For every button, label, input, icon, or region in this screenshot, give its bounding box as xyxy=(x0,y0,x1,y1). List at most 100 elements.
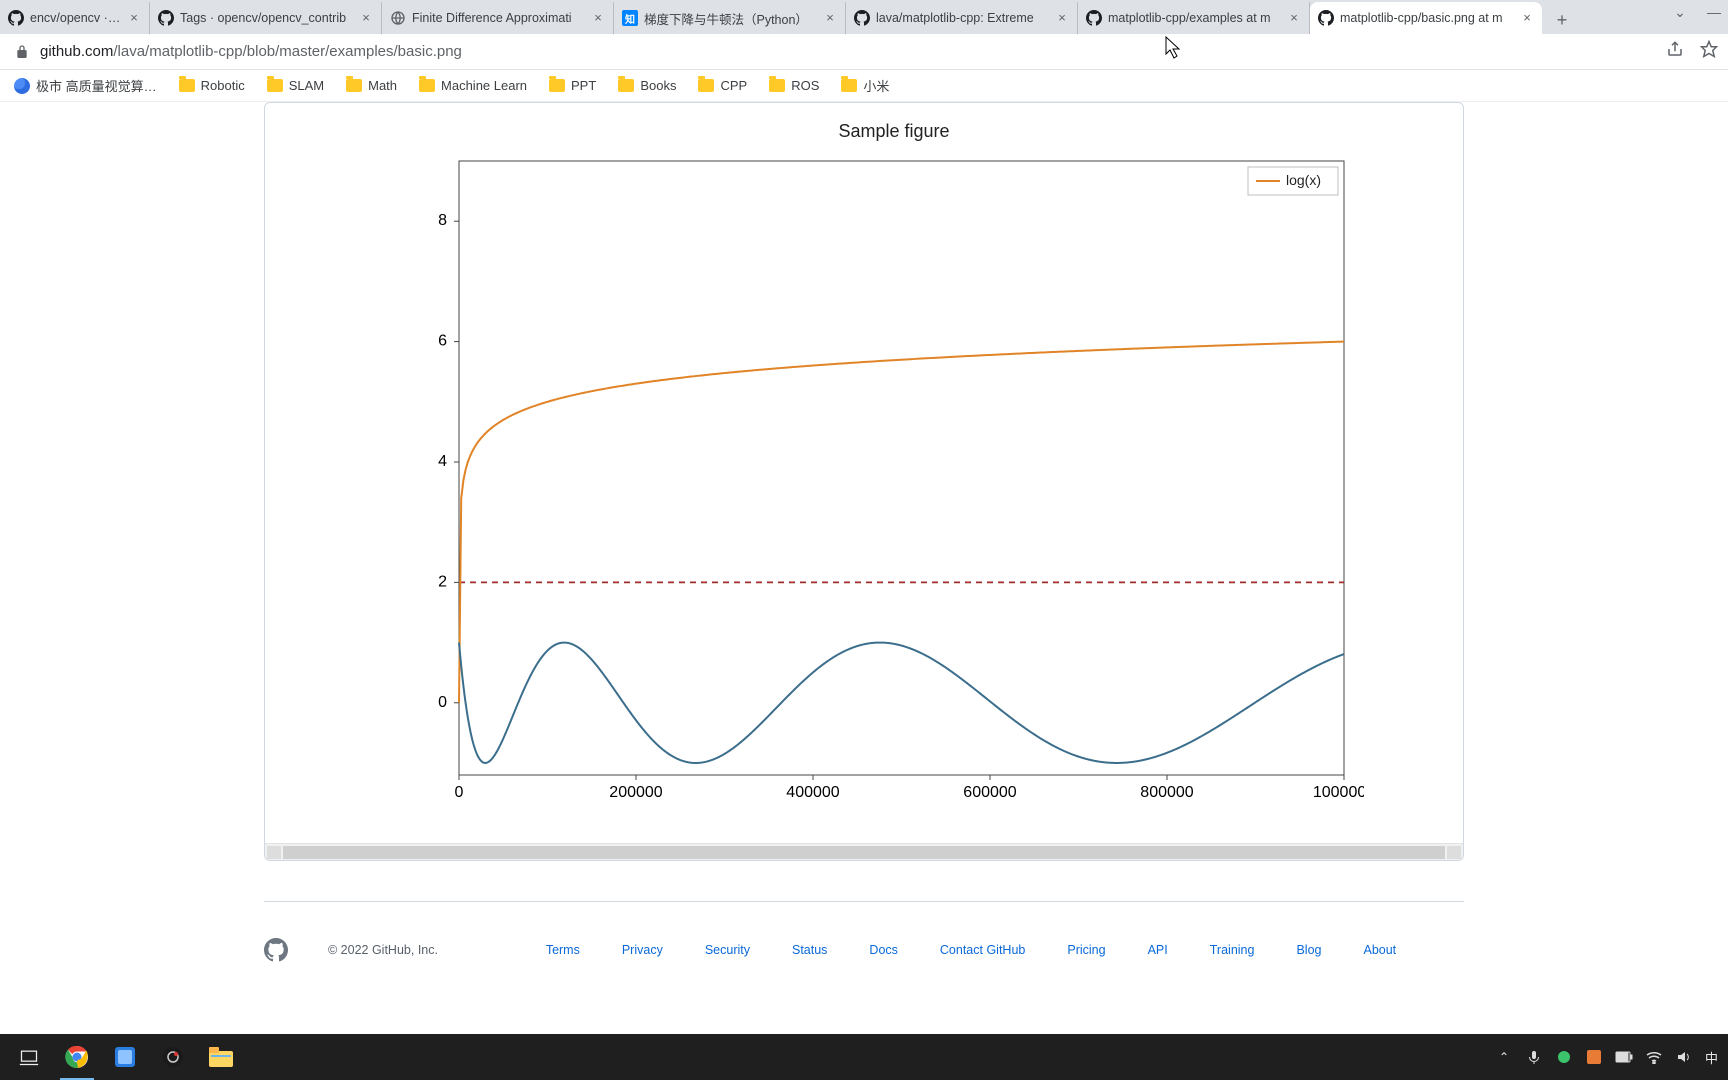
x-tick-label: 800000 xyxy=(1140,784,1193,801)
github-favicon-icon xyxy=(1318,10,1334,26)
footer-link[interactable]: Docs xyxy=(869,943,897,957)
footer-link[interactable]: Terms xyxy=(546,943,580,957)
url-path: /lava/matplotlib-cpp/blob/master/example… xyxy=(113,43,462,60)
tab-title: matplotlib-cpp/examples at m xyxy=(1108,11,1281,25)
close-icon[interactable]: × xyxy=(127,11,141,25)
footer-link[interactable]: Security xyxy=(705,943,750,957)
folder-icon xyxy=(549,79,565,92)
tray-chevron-icon[interactable]: ⌃ xyxy=(1495,1048,1513,1066)
footer-link[interactable]: Contact GitHub xyxy=(940,943,1025,957)
browser-tab[interactable]: matplotlib-cpp/basic.png at m × xyxy=(1310,2,1542,34)
tray-battery-icon[interactable] xyxy=(1615,1048,1633,1066)
bookmark-label: PPT xyxy=(571,78,596,93)
task-view-button[interactable] xyxy=(6,1034,52,1080)
folder-icon xyxy=(179,79,195,92)
zhihu-favicon-icon: 知 xyxy=(622,10,638,26)
sample-figure-chart: Sample figure020000040000060000080000010… xyxy=(364,113,1364,833)
taskbar-app-obs[interactable] xyxy=(150,1034,196,1080)
footer-link[interactable]: Privacy xyxy=(622,943,663,957)
globe-favicon-icon xyxy=(390,10,406,26)
bookmark-label: Books xyxy=(640,78,676,93)
series-logx xyxy=(459,342,1344,703)
github-favicon-icon xyxy=(1086,10,1102,26)
github-favicon-icon xyxy=(854,10,870,26)
taskbar-app-chrome[interactable] xyxy=(54,1034,100,1080)
bookmark-item[interactable]: Robotic xyxy=(179,78,245,93)
y-tick-label: 6 xyxy=(438,333,447,350)
browser-tabstrip: encv/opencv · GitHub×Tags · opencv/openc… xyxy=(0,0,1728,34)
tray-wifi-icon[interactable] xyxy=(1645,1048,1663,1066)
tab-title: Tags · opencv/opencv_contrib xyxy=(180,11,353,25)
share-icon[interactable] xyxy=(1666,40,1684,63)
footer-link[interactable]: Pricing xyxy=(1067,943,1105,957)
close-icon[interactable]: × xyxy=(359,11,373,25)
chevron-down-icon[interactable]: ⌄ xyxy=(1672,4,1688,21)
file-viewer: Sample figure020000040000060000080000010… xyxy=(264,102,1464,861)
taskbar-app-generic-1[interactable] xyxy=(102,1034,148,1080)
series-sin xyxy=(459,643,1344,763)
tray-volume-icon[interactable] xyxy=(1675,1048,1693,1066)
folder-icon xyxy=(618,79,634,92)
bookmarks-bar: 极市 高质量视觉算… Robotic SLAM Math Machine Learn PP… xyxy=(0,70,1728,102)
taskbar-systray: ⌃ 中 xyxy=(1495,1048,1722,1067)
tray-ime-indicator[interactable]: 中 xyxy=(1705,1048,1718,1067)
x-tick-label: 600000 xyxy=(963,784,1016,801)
bookmark-item[interactable]: CPP xyxy=(698,78,747,93)
close-icon[interactable]: × xyxy=(1055,11,1069,25)
bookmark-label: SLAM xyxy=(289,78,324,93)
bookmark-item[interactable]: ROS xyxy=(769,78,819,93)
github-footer: © 2022 GitHub, Inc. Terms Privacy Security… xyxy=(264,902,1464,1002)
bookmark-item[interactable]: 极市 高质量视觉算… xyxy=(14,76,157,95)
plot-frame xyxy=(459,161,1344,775)
footer-link[interactable]: Blog xyxy=(1296,943,1321,957)
browser-tab[interactable]: encv/opencv · GitHub × xyxy=(0,2,150,34)
folder-icon xyxy=(769,79,785,92)
github-favicon-icon xyxy=(158,10,174,26)
horizontal-scrollbar[interactable] xyxy=(265,843,1463,860)
bookmark-star-icon[interactable] xyxy=(1700,40,1718,63)
bookmark-item[interactable]: Books xyxy=(618,78,676,93)
url-host: github.com xyxy=(40,43,113,60)
x-tick-label: 200000 xyxy=(609,784,662,801)
windows-taskbar: ⌃ 中 xyxy=(0,1034,1728,1080)
bookmark-item[interactable]: Math xyxy=(346,78,397,93)
bookmark-item[interactable]: 小米 xyxy=(841,76,889,95)
x-tick-label: 400000 xyxy=(786,784,839,801)
browser-tab[interactable]: matplotlib-cpp/examples at m × xyxy=(1078,2,1310,34)
lock-icon xyxy=(14,44,30,60)
address-bar: github.com/lava/matplotlib-cpp/blob/mast… xyxy=(0,34,1728,70)
tray-orange-icon[interactable] xyxy=(1585,1048,1603,1066)
bookmark-item[interactable]: Machine Learn xyxy=(419,78,527,93)
url-field[interactable]: github.com/lava/matplotlib-cpp/blob/mast… xyxy=(40,43,1666,60)
tab-title: matplotlib-cpp/basic.png at m xyxy=(1340,11,1514,25)
taskbar-app-explorer[interactable] xyxy=(198,1034,244,1080)
close-icon[interactable]: × xyxy=(1287,11,1301,25)
copyright-text: © 2022 GitHub, Inc. xyxy=(328,943,438,957)
browser-tab[interactable]: Finite Difference Approximati× xyxy=(382,2,614,34)
chart-title: Sample figure xyxy=(838,121,949,141)
close-icon[interactable]: × xyxy=(1520,11,1534,25)
tab-title: lava/matplotlib-cpp: Extreme xyxy=(876,11,1049,25)
close-icon[interactable]: × xyxy=(591,11,605,25)
browser-tab[interactable]: lava/matplotlib-cpp: Extreme × xyxy=(846,2,1078,34)
minimize-icon[interactable]: ― xyxy=(1706,4,1722,21)
folder-icon xyxy=(419,79,435,92)
tray-mic-icon[interactable] xyxy=(1525,1048,1543,1066)
tray-green-icon[interactable] xyxy=(1555,1048,1573,1066)
footer-link[interactable]: API xyxy=(1148,943,1168,957)
bookmark-item[interactable]: SLAM xyxy=(267,78,324,93)
footer-link[interactable]: Training xyxy=(1210,943,1255,957)
browser-tab[interactable]: 知梯度下降与牛顿法（Python）× xyxy=(614,2,846,34)
bookmark-item[interactable]: PPT xyxy=(549,78,596,93)
tab-title: encv/opencv · GitHub xyxy=(30,11,121,25)
browser-tab[interactable]: Tags · opencv/opencv_contrib × xyxy=(150,2,382,34)
chart-image: Sample figure020000040000060000080000010… xyxy=(275,113,1453,833)
footer-link[interactable]: Status xyxy=(792,943,827,957)
window-controls: ⌄ ― xyxy=(1672,4,1722,21)
page-content: Sample figure020000040000060000080000010… xyxy=(0,102,1728,1002)
footer-link[interactable]: About xyxy=(1363,943,1396,957)
y-tick-label: 4 xyxy=(438,453,447,470)
new-tab-button[interactable]: + xyxy=(1548,6,1576,34)
close-icon[interactable]: × xyxy=(823,11,837,25)
bookmark-label: 小米 xyxy=(863,76,889,95)
